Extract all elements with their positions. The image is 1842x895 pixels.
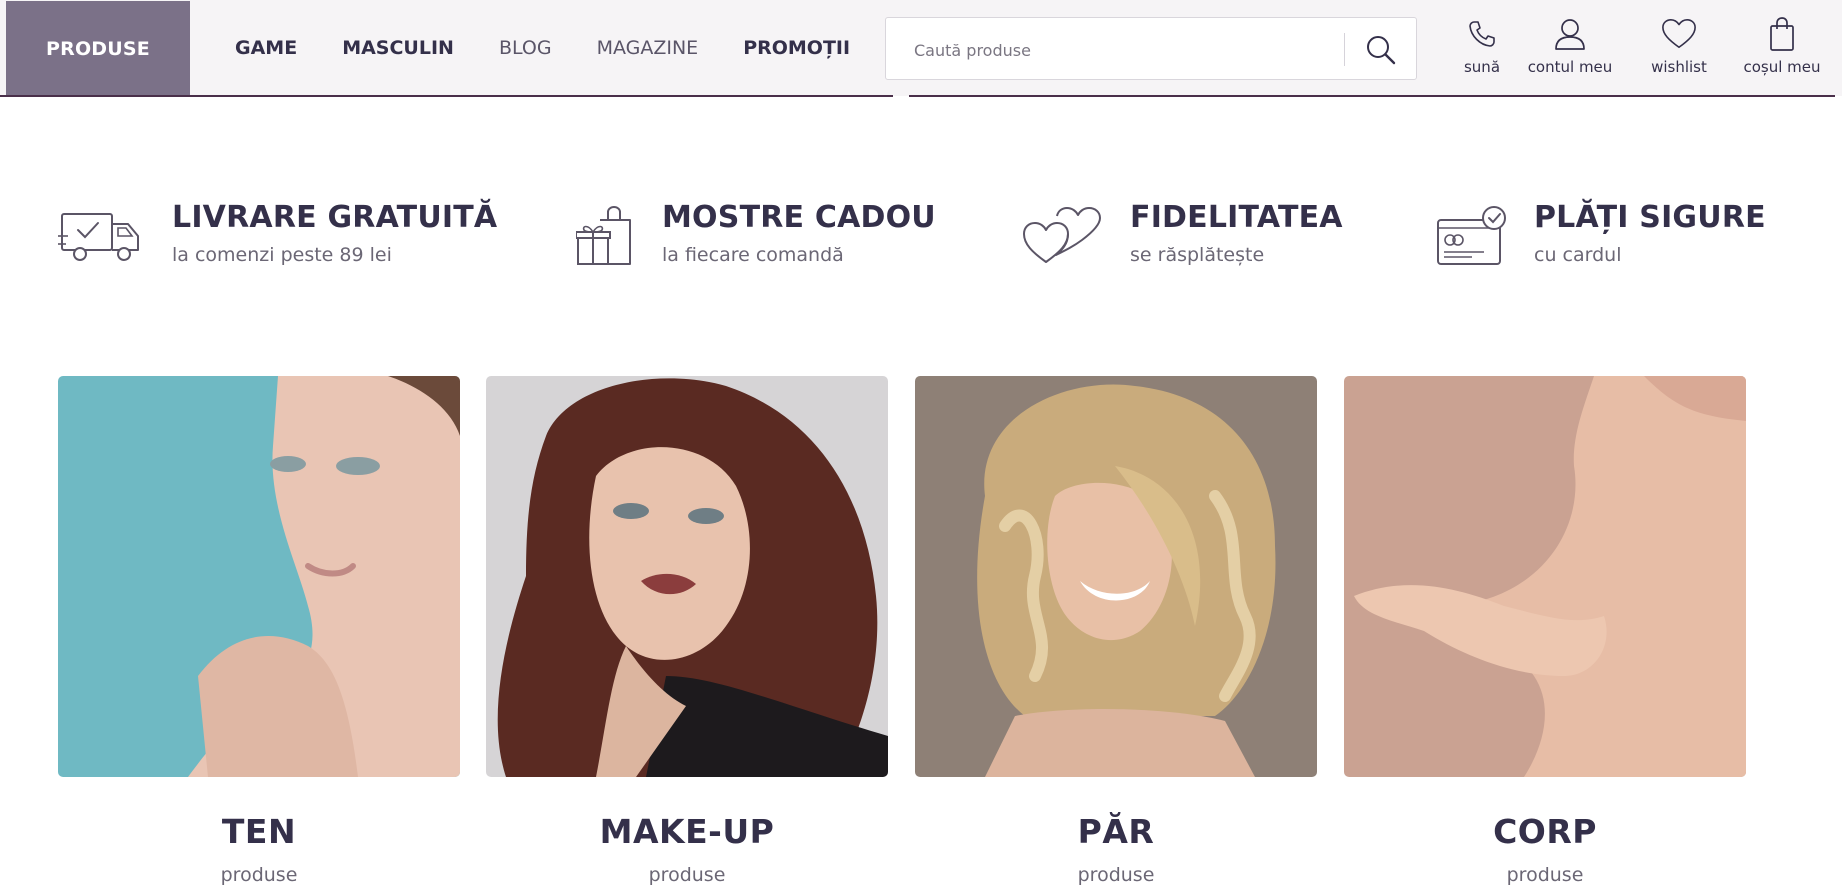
benefit-title: LIVRARE GRATUITĂ [172, 200, 498, 235]
category-image-par[interactable] [915, 376, 1317, 777]
search-input[interactable] [914, 36, 1314, 64]
category-image-make-up[interactable] [486, 376, 888, 777]
nav-item-blog[interactable]: BLOG [499, 37, 552, 59]
category-image-corp[interactable] [1344, 376, 1746, 777]
category-subtitle[interactable]: produse [58, 864, 460, 886]
call-button[interactable]: sună [1452, 16, 1512, 82]
nav-item-masculin[interactable]: MASCULIN [342, 37, 454, 59]
benefit-free-delivery: LIVRARE GRATUITĂ la comenzi peste 89 lei [58, 200, 498, 280]
main-nav: GAME MASCULIN BLOG MAGAZINE PROMOȚII [235, 0, 895, 96]
user-icon [1555, 19, 1585, 50]
search-box [885, 17, 1417, 80]
category-card-make-up[interactable]: MAKE-UP produse [486, 376, 888, 886]
makeup-model-photo [486, 376, 888, 777]
benefit-subtitle: la comenzi peste 89 lei [172, 244, 392, 266]
wishlist-label: wishlist [1651, 58, 1707, 76]
shopping-bag-icon [1770, 17, 1794, 51]
benefit-title: PLĂȚI SIGURE [1534, 200, 1766, 235]
category-title[interactable]: TEN [58, 812, 460, 851]
face-skin-photo [58, 376, 460, 777]
category-title[interactable]: CORP [1344, 812, 1746, 851]
category-subtitle[interactable]: produse [915, 864, 1317, 886]
cart-button[interactable]: coșul meu [1736, 16, 1828, 82]
category-subtitle[interactable]: produse [486, 864, 888, 886]
search-button[interactable] [1356, 28, 1406, 72]
nav-divider-line [0, 95, 893, 97]
nav-item-promotii[interactable]: PROMOȚII [743, 37, 850, 59]
wishlist-button[interactable]: wishlist [1642, 16, 1716, 82]
call-label: sună [1463, 58, 1501, 76]
heart-icon [1662, 18, 1696, 49]
secure-card-icon [1437, 206, 1506, 265]
account-label: contul meu [1527, 58, 1613, 76]
benefit-title: FIDELITATEA [1130, 200, 1343, 235]
category-subtitle[interactable]: produse [1344, 864, 1746, 886]
body-skin-photo [1344, 376, 1746, 777]
cart-label: coșul meu [1743, 58, 1821, 76]
benefit-subtitle: la fiecare comandă [662, 244, 844, 266]
phone-icon [1469, 21, 1495, 47]
category-card-corp[interactable]: CORP produse [1344, 376, 1746, 886]
benefit-secure-payments: PLĂȚI SIGURE cu cardul [1436, 200, 1766, 280]
benefit-subtitle: se răsplătește [1130, 244, 1265, 266]
site-header: PRODUSE GAME MASCULIN BLOG MAGAZINE PROM… [0, 0, 1842, 97]
blonde-hair-photo [915, 376, 1317, 777]
benefit-loyalty: FIDELITATEA se răsplătește [1022, 200, 1362, 280]
category-card-ten[interactable]: TEN produse [58, 376, 460, 886]
nav-divider-line [909, 95, 1835, 97]
benefit-subtitle: cu cardul [1534, 244, 1622, 266]
nav-item-magazine[interactable]: MAGAZINE [597, 37, 699, 59]
benefit-title: MOSTRE CADOU [662, 200, 936, 235]
category-title[interactable]: MAKE-UP [486, 812, 888, 851]
search-divider [1344, 33, 1345, 66]
produse-menu-button[interactable]: PRODUSE [6, 1, 190, 96]
search-icon [1367, 36, 1396, 65]
category-title[interactable]: PĂR [915, 812, 1317, 851]
benefit-gift-samples: MOSTRE CADOU la fiecare comandă [575, 200, 956, 280]
gift-bag-icon [575, 205, 631, 265]
account-button[interactable]: contul meu [1518, 16, 1622, 82]
nav-item-game[interactable]: GAME [235, 37, 297, 59]
two-hearts-icon [1023, 207, 1101, 263]
category-card-par[interactable]: PĂR produse [915, 376, 1317, 886]
delivery-truck-icon [58, 213, 139, 261]
category-image-ten[interactable] [58, 376, 460, 777]
